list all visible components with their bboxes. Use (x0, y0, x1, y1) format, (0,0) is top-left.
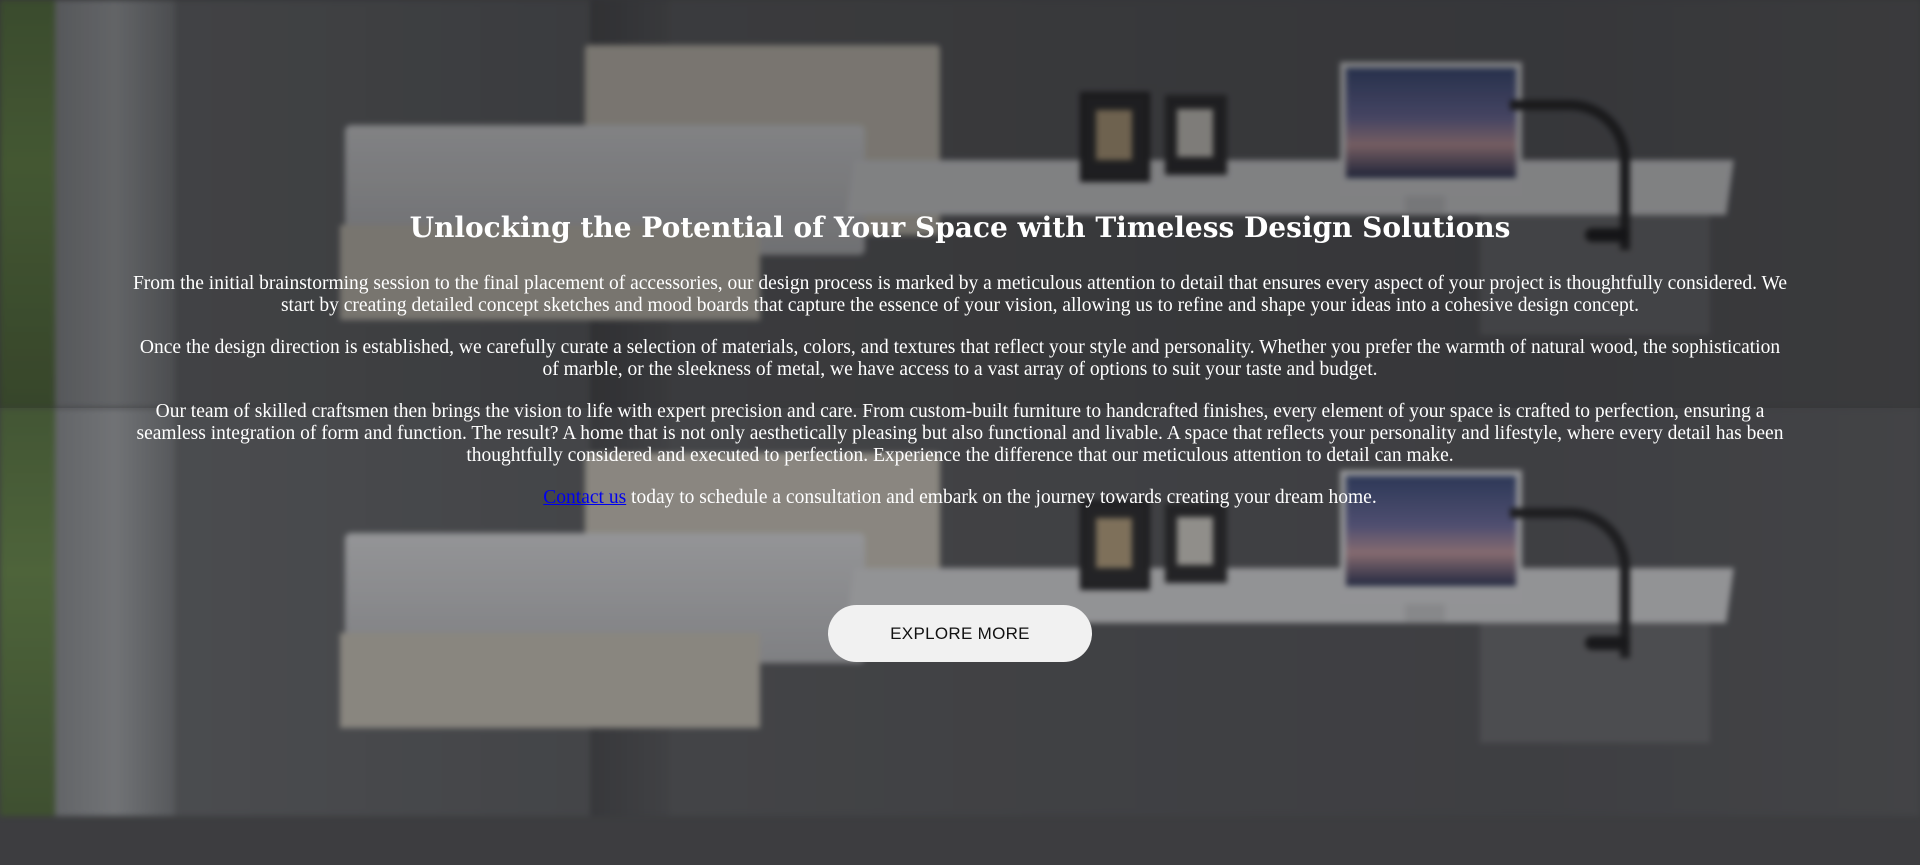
hero-content: Unlocking the Potential of Your Space wi… (132, 205, 1788, 529)
hero-title: Unlocking the Potential of Your Space wi… (409, 211, 1511, 244)
hero-paragraph-1: From the initial brainstorming session t… (132, 273, 1788, 316)
hero-paragraph-2: Once the design direction is established… (139, 337, 1781, 380)
contact-line-text: today to schedule a consultation and emb… (626, 487, 1377, 508)
hero-section: Unlocking the Potential of Your Space wi… (0, 0, 1920, 865)
contact-line: Contact us today to schedule a consultat… (132, 487, 1788, 509)
hero-paragraph-3: Our team of skilled craftsmen then bring… (136, 401, 1784, 466)
explore-more-button[interactable]: EXPLORE MORE (828, 605, 1092, 662)
contact-us-link[interactable]: Contact us (543, 487, 626, 508)
